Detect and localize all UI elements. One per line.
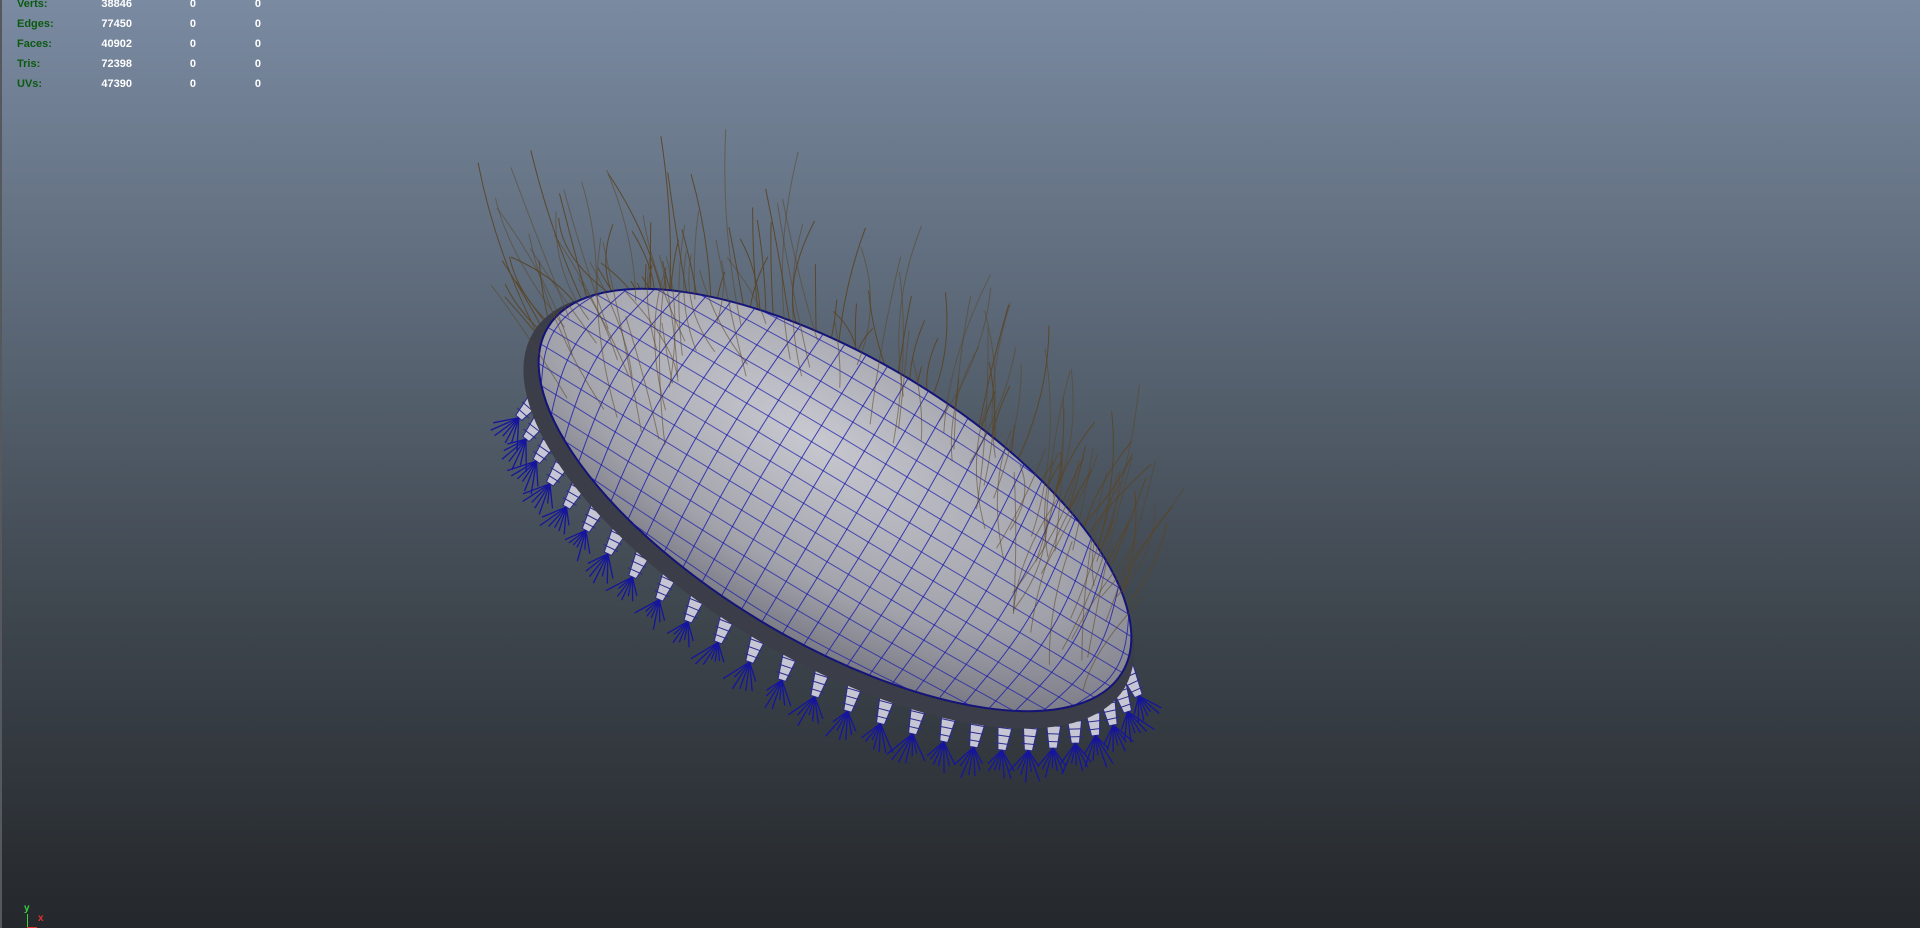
leg-bristle: [943, 741, 956, 766]
leg-bristle: [911, 733, 926, 762]
leg-bristle: [1074, 743, 1077, 766]
hair-strand: [530, 150, 586, 308]
leg-bristle: [788, 696, 816, 716]
leg-ring: [1045, 740, 1062, 743]
creature-model[interactable]: [0, 0, 1920, 928]
leg-bristle: [1103, 724, 1114, 745]
axis-y-line: [27, 914, 28, 928]
leg-ring: [1066, 728, 1083, 730]
leg-bristle: [1127, 711, 1155, 731]
hair-strand: [792, 220, 816, 327]
leg-bristle: [879, 723, 894, 754]
viewport-3d[interactable]: Verts: 38846 0 0 Edges: 77450 0 0 Faces:…: [0, 0, 1920, 928]
leg-ring: [1067, 736, 1084, 738]
leg-bristle: [658, 599, 661, 623]
leg-bristle: [1106, 724, 1114, 751]
hair-strand: [770, 221, 775, 328]
hair-strand: [1094, 411, 1114, 558]
leg-ring: [1045, 733, 1062, 735]
axis-y-label: y: [24, 903, 30, 914]
leg-bristle: [722, 661, 750, 680]
leg-bristle: [549, 483, 554, 509]
leg-bristle: [879, 723, 887, 754]
hair-strand: [581, 181, 597, 297]
leg-bristle: [690, 641, 719, 660]
hair-strand: [929, 292, 948, 402]
leg-bristle: [585, 530, 591, 554]
leg-bristle: [694, 641, 719, 665]
leg-bristle: [535, 461, 539, 487]
leg-bristle: [607, 553, 614, 579]
axis-x-label: x: [38, 913, 44, 924]
hair-strand: [1096, 385, 1140, 562]
axis-indicator: y x: [18, 902, 58, 928]
